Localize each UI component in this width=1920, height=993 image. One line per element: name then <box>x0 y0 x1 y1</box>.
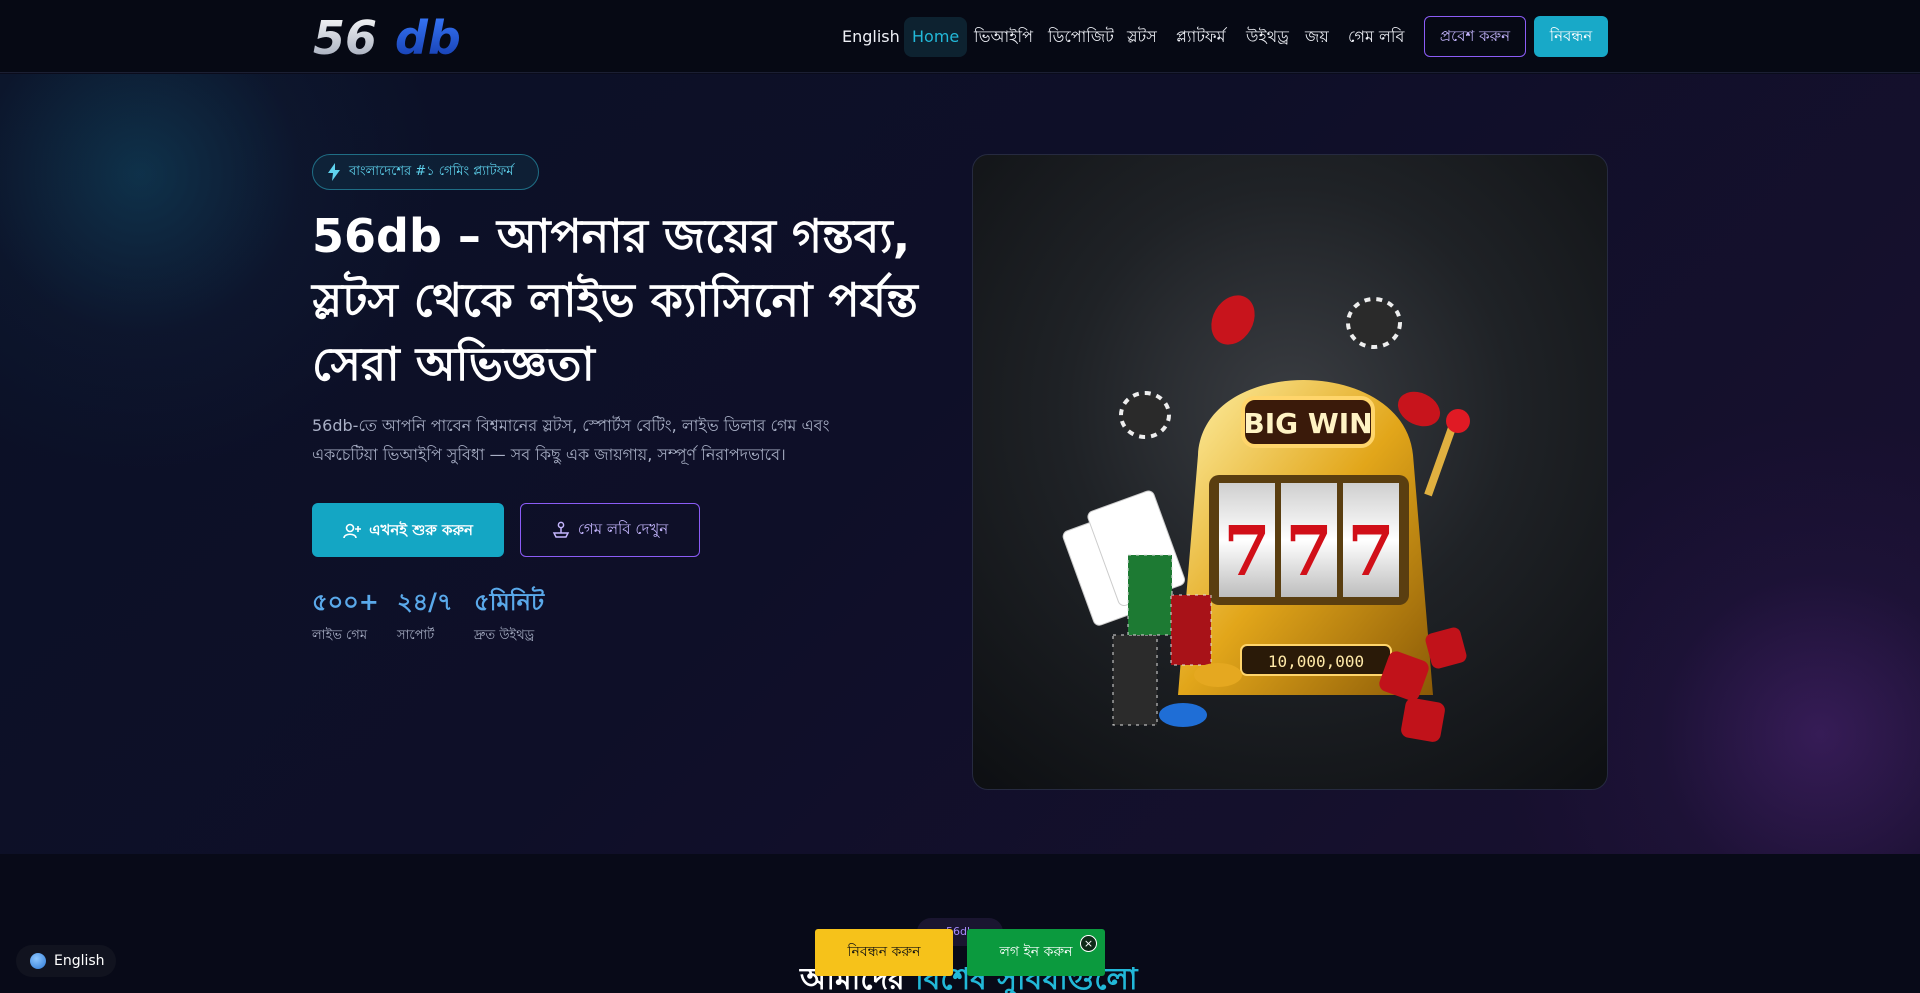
globe-icon <box>30 953 46 969</box>
nav-platform[interactable]: প্ল্যাটফর্ম <box>1168 17 1234 57</box>
nav-language[interactable]: English <box>834 17 908 57</box>
view-game-lobby-label: গেম লবি দেখুন <box>577 520 669 538</box>
svg-text:db: db <box>395 12 461 60</box>
site-logo[interactable]: 56 db <box>311 11 495 65</box>
big-win-sign: BIG WIN <box>1243 407 1372 440</box>
stat-label: দ্রুত উইথড্র <box>474 628 535 643</box>
nav-slots[interactable]: স্লটস <box>1119 17 1165 57</box>
start-now-button[interactable]: এখনই শুরু করুন <box>312 503 504 557</box>
nav-win[interactable]: জয় <box>1297 17 1337 57</box>
floating-register-button[interactable]: নিবন্ধন করুন <box>815 929 953 976</box>
user-plus-icon <box>343 523 362 538</box>
nav-game-lobby[interactable]: গেম লবি <box>1340 17 1412 57</box>
stat-live-games: ৫০০+ লাইভ গেম <box>312 586 379 647</box>
stat-label: সাপোর্ট <box>397 628 435 643</box>
stat-value: ৫মিনিট <box>474 588 545 616</box>
hero-badge-text: বাংলাদেশের #১ গেমিং প্ল্যাটফর্ম <box>349 164 514 179</box>
nav-home[interactable]: Home <box>904 17 968 57</box>
hero-description-line: 56db-তে আপনি পাবেন বিশ্বমানের স্লটস, স্প… <box>312 416 830 435</box>
close-icon[interactable]: × <box>1080 935 1097 952</box>
hero-title-line: 56db – আপনার জয়ের গন্তব্য, <box>312 209 911 263</box>
jackpot-counter: 10,000,000 <box>1268 652 1364 671</box>
reel-symbol: 7 <box>1223 512 1270 592</box>
hero-description: 56db-তে আপনি পাবেন বিশ্বমানের স্লটস, স্প… <box>312 411 832 469</box>
reel-symbol: 7 <box>1347 512 1394 592</box>
login-button[interactable]: প্রবেশ করুন <box>1424 16 1526 57</box>
stat-support: ২৪/৭ সাপোর্ট <box>397 586 453 647</box>
nav-vip[interactable]: ভিআইপি <box>966 17 1041 57</box>
hero-title-line: স্লটস থেকে লাইভ ক্যাসিনো পর্যন্ত <box>312 273 918 327</box>
hero-title: 56db – আপনার জয়ের গন্তব্য, স্লটস থেকে ল… <box>312 204 932 396</box>
nav-deposit[interactable]: ডিপোজিট <box>1040 17 1122 57</box>
svg-text:56: 56 <box>313 12 377 60</box>
hero-description-line: একচেটিয়া ভিআইপি সুবিধা — সব কিছু এক জায… <box>312 445 786 464</box>
hero-section: বাংলাদেশের #১ গেমিং প্ল্যাটফর্ম 56db – আ… <box>0 74 1920 854</box>
stat-label: লাইভ গেম <box>312 628 368 643</box>
site-header: 56 db English Home ভিআইপি ডিপোজিট স্লটস … <box>0 0 1920 73</box>
hero-badge: বাংলাদেশের #১ গেমিং প্ল্যাটফর্ম <box>312 154 539 190</box>
hero-slot-machine-image: BIG WIN 7 7 7 10,000,000 <box>972 154 1608 790</box>
joystick-icon <box>552 521 570 538</box>
start-now-label: এখনই শুরু করুন <box>369 521 473 539</box>
nav-withdraw[interactable]: উইথড্র <box>1238 17 1297 57</box>
stat-value: ৫০০+ <box>312 588 379 616</box>
hero-title-line: সেরা অভিজ্ঞতা <box>312 337 595 391</box>
reel-symbol: 7 <box>1285 512 1332 592</box>
register-button[interactable]: নিবন্ধন <box>1534 16 1608 57</box>
language-label: English <box>54 953 105 969</box>
language-switcher[interactable]: English <box>16 945 116 977</box>
view-game-lobby-button[interactable]: গেম লবি দেখুন <box>520 503 700 557</box>
stat-fast-withdraw: ৫মিনিট দ্রুত উইথড্র <box>474 586 544 647</box>
lightning-icon <box>328 163 340 181</box>
stat-value: ২৪/৭ <box>397 588 453 616</box>
